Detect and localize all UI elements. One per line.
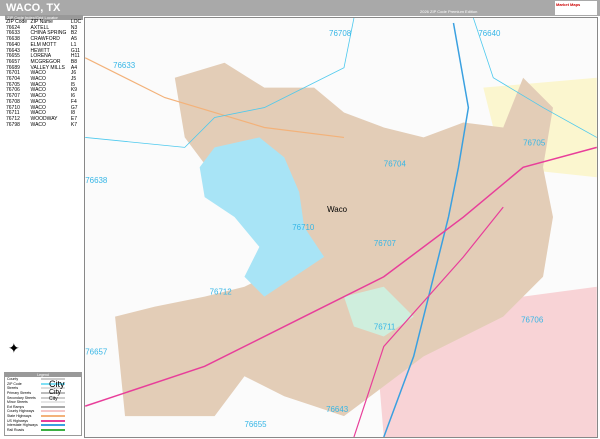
city-size-sample: City <box>49 379 65 389</box>
legend-swatch <box>41 419 65 422</box>
city-size-sample: City <box>49 389 62 396</box>
table-cell: 76798 <box>6 121 20 128</box>
legend-label: ZIP Code <box>7 381 22 386</box>
zip-label: 76708 <box>329 29 352 38</box>
zip-label: 76712 <box>210 288 233 297</box>
zip-label: 76638 <box>85 176 108 185</box>
legend-label: Ext Ramps <box>7 404 25 409</box>
legend-swatch <box>41 415 65 418</box>
zip-index-table: ZIP Code ZIP Name LOC 76624 AXTELL N3 76633 CHI… <box>5 19 83 129</box>
zip-label: 76657 <box>85 347 108 356</box>
legend-swatch <box>41 410 65 413</box>
legend-label: US Highways <box>7 418 29 423</box>
edition-label: 2026 ZIP Code Premium Edition <box>420 9 478 14</box>
table-row: 76798 WACO K7 <box>5 121 83 129</box>
map-canvas[interactable]: 76708 76640 76633 76705 76638 76704 76710 76707… <box>84 17 598 438</box>
legend-label: County <box>7 377 19 382</box>
legend-swatch <box>41 428 65 431</box>
zip-label: 76706 <box>521 316 544 325</box>
zip-label: 76707 <box>374 239 397 248</box>
legend-label: State Highways <box>7 414 32 419</box>
legend-label: Minor Streets <box>7 400 28 405</box>
city-label-waco: Waco <box>327 205 348 214</box>
brand-logo: Market Maps <box>555 1 597 15</box>
legend-label: Rail Roads <box>7 427 25 432</box>
header-bar: WACO, TX 2026 ZIP Code Premium Edition M… <box>0 0 600 16</box>
zip-label: 76711 <box>374 323 396 332</box>
compass-rose-icon: ✦ <box>8 340 20 356</box>
zip-label: 76640 <box>478 29 501 38</box>
zip-index-panel: ZIP Code Index/Grid Locator ZIP Code ZIP … <box>5 15 83 128</box>
zip-label: 76655 <box>244 420 267 429</box>
table-cell: WACO <box>30 121 46 128</box>
zip-label: 76633 <box>113 61 136 70</box>
legend-label: Interstate Highways <box>7 423 38 428</box>
legend-item: Rail Roads <box>5 428 81 433</box>
city-size-sample: City <box>49 396 58 402</box>
zip-label: 76710 <box>292 223 315 232</box>
zip-label: 76705 <box>523 138 546 147</box>
map-title: WACO, TX <box>6 2 61 14</box>
zip-label: 76704 <box>384 159 407 168</box>
legend-label: Streets <box>7 386 19 391</box>
legend-label: Primary Streets <box>7 391 32 396</box>
zip-label: 76643 <box>326 405 349 414</box>
map-legend: Legend County ZIP Code Streets Primary Stre… <box>4 372 82 436</box>
legend-label: Secondary Streets <box>7 395 36 400</box>
legend-label: County Highways <box>7 409 35 414</box>
legend-swatch <box>41 424 65 427</box>
legend-swatch <box>41 405 65 408</box>
table-cell: K7 <box>70 121 78 128</box>
